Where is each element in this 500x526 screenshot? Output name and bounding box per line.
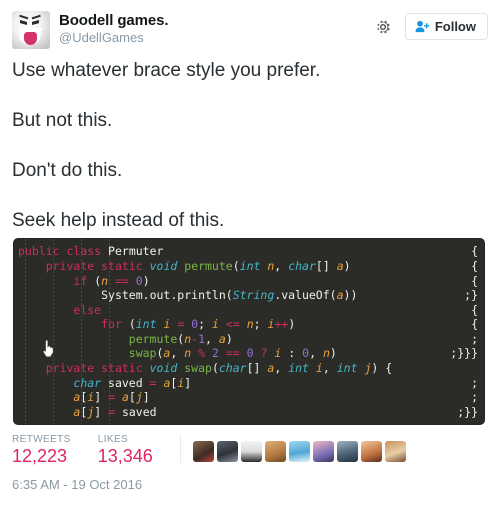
liker-avatar[interactable]	[192, 441, 214, 463]
likes-value: 13,346	[97, 446, 153, 467]
code-line-tail: ;	[471, 375, 478, 390]
retweets-value: 12,223	[12, 446, 68, 467]
liker-avatar[interactable]	[240, 441, 262, 463]
liker-avatar[interactable]	[384, 441, 406, 463]
code-line-tail: {	[471, 317, 478, 332]
code-line-tail	[472, 361, 478, 376]
code-line-tail: ;}}	[457, 404, 478, 419]
tweet-line: But not this.	[12, 110, 113, 132]
gear-icon-svg	[377, 20, 390, 33]
code-line: System.out.println(String.valueOf(a));}	[14, 288, 484, 303]
header-actions: Follow	[374, 11, 488, 40]
code-line: a[j] = saved;}}	[14, 405, 484, 420]
liker-avatar[interactable]	[264, 441, 286, 463]
code-screenshot[interactable]: public class Permuter { private static vo…	[14, 239, 484, 425]
liker-avatar[interactable]	[288, 441, 310, 463]
engagement-stats: RETWEETS 12,223 LIKES 13,346	[0, 424, 500, 467]
divider	[179, 435, 181, 464]
code-line: for (int i = 0; i <= n; i++) {	[14, 317, 484, 332]
follow-button-label: Follow	[434, 19, 476, 34]
code-line: if (n == 0) {	[14, 274, 484, 289]
code-line-source: System.out.println(String.valueOf(a))	[101, 288, 358, 303]
code-line-source: if (n == 0)	[73, 273, 150, 288]
liker-avatar[interactable]	[312, 441, 334, 463]
code-line-source: public class Permuter	[18, 244, 164, 259]
tweet-line: Seek help instead of this.	[12, 210, 225, 232]
likes-stat[interactable]: LIKES 13,346	[98, 434, 153, 467]
code-line: else {	[14, 303, 484, 318]
tweet-timestamp[interactable]: 6:35 AM - 19 Oct 2016	[0, 467, 500, 492]
code-line: swap(a, n % 2 == 0 ? i : 0, n);}}}	[14, 346, 484, 361]
code-line-source: private static void swap(char[] a, int i…	[45, 361, 393, 376]
code-line: private static void permute(int n, char[…	[14, 259, 484, 274]
code-line-source: swap(a, n % 2 == 0 ? i : 0, n)	[128, 346, 337, 361]
account-name-block: Boodell games. @UdellGames	[59, 11, 374, 46]
retweets-label: RETWEETS	[12, 434, 71, 446]
code-line-tail: {	[471, 273, 478, 288]
account-handle[interactable]: @UdellGames	[59, 30, 374, 46]
tweet-body: Use whatever brace style you prefer. But…	[0, 58, 500, 233]
code-line-source: private static void permute(int n, char[…	[45, 258, 351, 273]
gear-icon[interactable]	[374, 18, 392, 36]
retweets-stat[interactable]: RETWEETS 12,223	[12, 434, 71, 467]
code-lines: public class Permuter { private static vo…	[14, 244, 484, 419]
code-line-source: a[i] = a[j]	[73, 390, 150, 405]
code-line-tail: ;	[471, 331, 478, 346]
code-line: char saved = a[i];	[14, 376, 484, 391]
tweet-line: Use whatever brace style you prefer.	[12, 60, 321, 81]
code-line-tail: {	[471, 302, 478, 317]
code-line: private static void swap(char[] a, int i…	[14, 361, 484, 376]
likes-label: LIKES	[97, 434, 129, 446]
tweet-line: Don't do this.	[12, 160, 123, 182]
liker-avatar[interactable]	[336, 441, 358, 463]
liker-avatars	[192, 434, 406, 463]
boo-tongue-icon	[24, 32, 37, 45]
code-line: a[i] = a[j];	[14, 390, 484, 405]
code-line-source: for (int i = 0; i <= n; i++)	[101, 317, 296, 332]
code-line-tail: {	[471, 258, 478, 273]
code-line: public class Permuter {	[14, 244, 484, 259]
code-line-tail: ;	[471, 390, 478, 405]
display-name[interactable]: Boodell games.	[59, 12, 374, 29]
person-add-icon-svg	[415, 20, 430, 33]
code-line: permute(n-1, a);	[14, 332, 484, 347]
avatar[interactable]	[12, 11, 50, 49]
boo-brow-right-icon	[31, 14, 42, 22]
boo-fang-icon	[37, 28, 43, 33]
code-line-source: a[j] = saved	[73, 404, 157, 419]
person-add-icon	[415, 20, 430, 33]
code-line-tail: ;}	[464, 288, 478, 303]
follow-button[interactable]: Follow	[404, 13, 488, 40]
liker-avatar[interactable]	[360, 441, 382, 463]
tweet-header: Boodell games. @UdellGames Follow	[0, 0, 500, 56]
code-line-source: permute(n-1, a)	[128, 331, 233, 346]
code-line-source: char saved = a[i]	[73, 375, 192, 390]
code-line-tail: ;}}}	[450, 346, 478, 361]
liker-avatar[interactable]	[216, 441, 238, 463]
code-line-source: else	[73, 302, 102, 317]
code-line-tail: {	[471, 244, 478, 259]
